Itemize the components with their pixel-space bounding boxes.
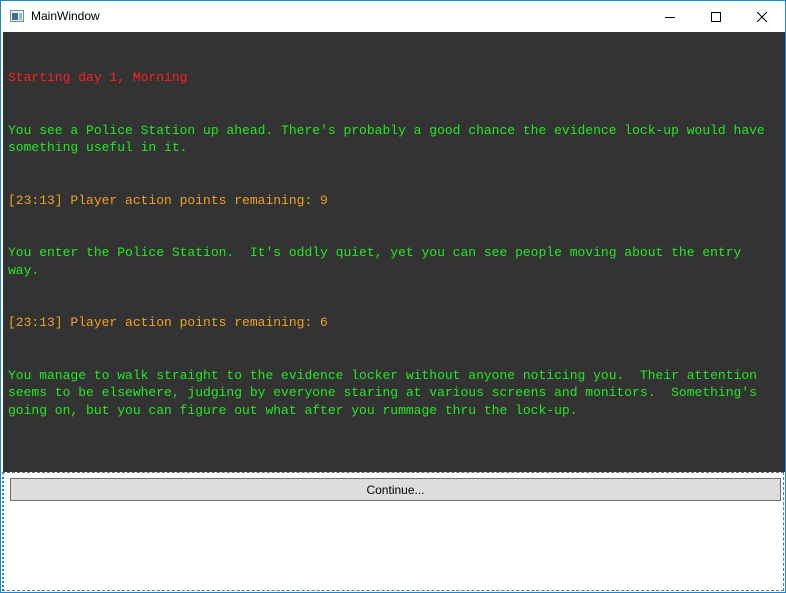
continue-button[interactable]: Continue...: [10, 478, 781, 501]
close-icon: [757, 11, 767, 22]
log-line-narration: You manage to walk straight to the evide…: [8, 367, 765, 418]
close-button[interactable]: [739, 1, 785, 32]
minimize-icon: [665, 16, 675, 18]
maximize-icon: [711, 11, 721, 22]
log-line-status: [23:13] Player action points remaining: …: [8, 192, 328, 208]
log-line-narration: You see a Police Station up ahead. There…: [8, 122, 773, 156]
minimize-button[interactable]: [647, 1, 693, 32]
window-title: MainWindow: [31, 9, 100, 23]
log-line-narration: You enter the Police Station. It's oddly…: [8, 245, 750, 278]
app-icon: [10, 10, 24, 22]
game-log[interactable]: Starting day 1, Morning You see a Police…: [3, 32, 785, 472]
maximize-button[interactable]: [693, 1, 739, 32]
title-bar[interactable]: MainWindow: [1, 1, 785, 32]
log-line-day-header: Starting day 1, Morning: [8, 70, 188, 85]
main-window: MainWindow Starting day 1, Morning You s…: [0, 0, 786, 593]
action-panel: Continue...: [2, 472, 784, 591]
log-line-status: [23:13] Player action points remaining: …: [8, 315, 328, 330]
